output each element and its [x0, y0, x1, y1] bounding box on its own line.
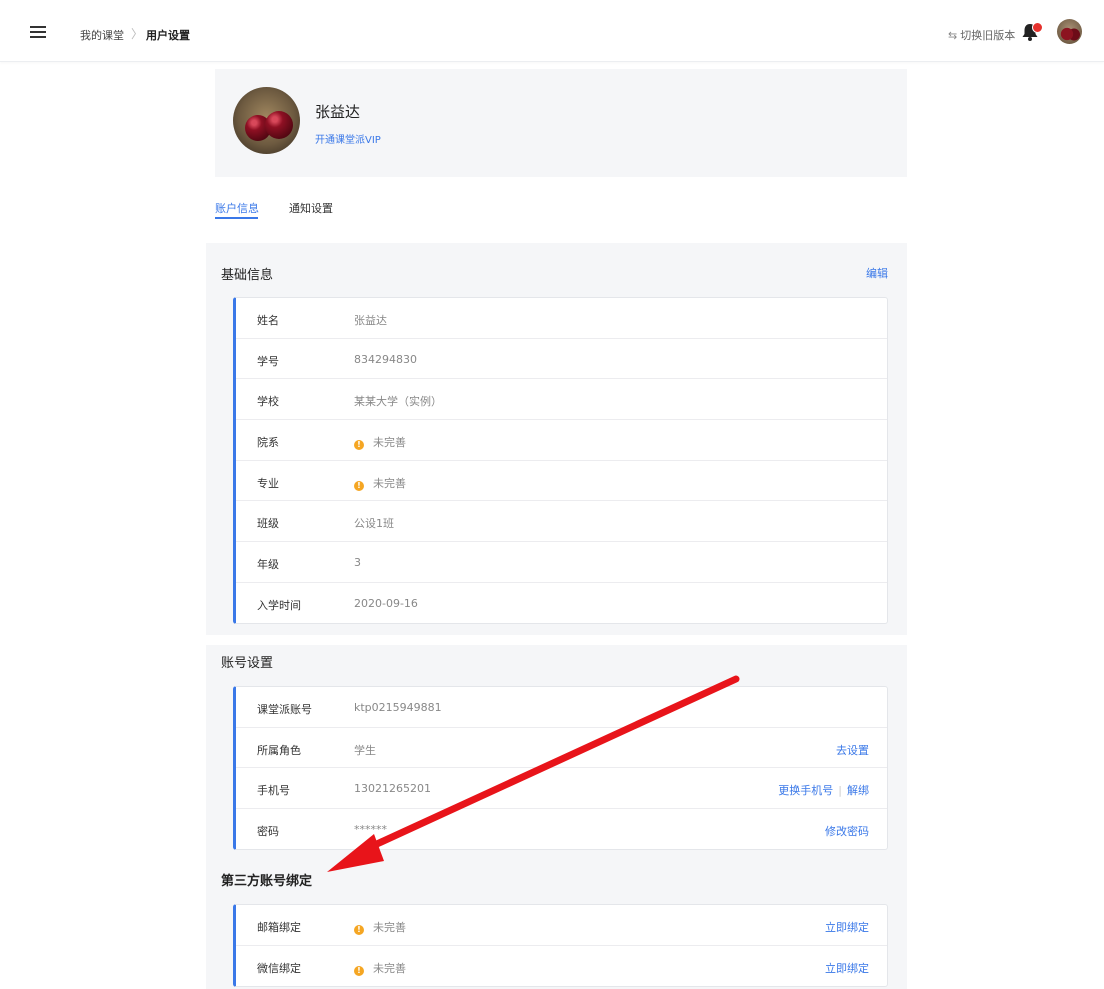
top-bar: 我的课堂 〉 用户设置 ⇆ 切换旧版本	[0, 0, 1104, 62]
row-value: 公设1班	[354, 517, 394, 531]
phone-actions: 更换手机号 | 解绑	[778, 782, 869, 798]
info-row-student-id: 学号 834294830	[236, 339, 887, 380]
row-label: 院系	[257, 436, 279, 450]
basic-info-card: 姓名 张益达 学号 834294830 学校 某某大学（实例） 院系 ! 未完善 …	[233, 297, 888, 624]
row-value: 学生	[354, 743, 376, 757]
swap-arrows-icon: ⇆	[948, 29, 958, 42]
profile-name: 张益达	[315, 103, 361, 121]
basic-info-title: 基础信息	[221, 268, 274, 283]
info-row-major: 专业 ! 未完善	[236, 461, 887, 502]
row-label: 班级	[257, 517, 279, 531]
row-value-text: 未完善	[373, 436, 406, 450]
account-row-role: 所属角色 学生 去设置	[236, 728, 887, 769]
info-row-grade: 年级 3	[236, 542, 887, 583]
binding-row-email: 邮箱绑定 ! 未完善 立即绑定	[236, 905, 887, 946]
row-label: 入学时间	[257, 598, 301, 612]
row-value-text: 未完善	[373, 961, 406, 975]
open-vip-link[interactable]: 开通课堂派VIP	[315, 131, 381, 146]
bind-email-button[interactable]: 立即绑定	[825, 919, 869, 935]
row-value: 3	[354, 556, 361, 570]
row-value: 834294830	[354, 352, 417, 366]
row-label: 学校	[257, 395, 279, 409]
active-tab-indicator	[215, 217, 258, 219]
row-label: 姓名	[257, 314, 279, 327]
row-label: 年级	[257, 558, 279, 572]
change-phone-button[interactable]: 更换手机号	[778, 784, 833, 797]
binding-row-wechat: 微信绑定 ! 未完善 立即绑定	[236, 946, 887, 987]
warning-dot-icon: !	[354, 440, 364, 451]
warning-dot-icon: !	[354, 480, 364, 491]
account-row-phone: 手机号 13021265201 更换手机号 | 解绑	[236, 768, 887, 810]
profile-avatar	[233, 87, 300, 154]
account-row-ktp-id: 课堂派账号 ktp0215949881	[236, 687, 887, 728]
hamburger-menu-icon[interactable]	[30, 26, 46, 38]
user-avatar[interactable]	[1057, 19, 1082, 44]
info-row-class: 班级 公设1班	[236, 501, 887, 543]
notification-badge	[1032, 22, 1043, 33]
info-row-school: 学校 某某大学（实例）	[236, 379, 887, 421]
row-label: 学号	[257, 354, 279, 368]
tab-account-info[interactable]: 账户信息	[215, 200, 259, 216]
info-row-enrollment-date: 入学时间 2020-09-16	[236, 583, 887, 624]
row-value-warning: ! 未完善	[354, 475, 406, 491]
row-value: 13021265201	[354, 782, 431, 796]
warning-dot-icon: !	[354, 925, 364, 935]
row-value-warning: ! 未完善	[354, 960, 406, 976]
edit-button[interactable]: 编辑	[866, 265, 888, 281]
info-row-name: 姓名 张益达	[236, 298, 887, 339]
action-divider: |	[838, 784, 842, 798]
info-row-department: 院系 ! 未完善	[236, 420, 887, 461]
account-settings-card: 课堂派账号 ktp0215949881 所属角色 学生 去设置 手机号 1302…	[233, 686, 888, 850]
account-settings-title: 账号设置	[221, 656, 274, 671]
row-value-warning: ! 未完善	[354, 919, 406, 935]
unbind-phone-button[interactable]: 解绑	[847, 784, 869, 797]
row-label: 密码	[257, 825, 279, 839]
switch-old-version-link[interactable]: ⇆ 切换旧版本	[948, 27, 1015, 43]
row-value-text: 未完善	[373, 921, 406, 934]
row-label: 微信绑定	[257, 961, 301, 975]
row-value: 某某大学（实例）	[354, 395, 442, 409]
profile-card: 张益达 开通课堂派VIP	[215, 69, 907, 177]
change-password-button[interactable]: 修改密码	[825, 823, 869, 839]
row-value-text: 未完善	[373, 476, 406, 490]
row-value: ktp0215949881	[354, 701, 442, 714]
row-label: 邮箱绑定	[257, 921, 301, 934]
warning-dot-icon: !	[354, 965, 364, 976]
third-party-binding-title: 第三方账号绑定	[221, 874, 313, 889]
third-party-card: 邮箱绑定 ! 未完善 立即绑定 微信绑定 ! 未完善 立即绑定	[233, 904, 888, 987]
switch-old-version-label: 切换旧版本	[960, 29, 1016, 42]
row-label: 课堂派账号	[257, 703, 312, 716]
account-row-password: 密码 ****** 修改密码	[236, 809, 887, 850]
row-value: 2020-09-16	[354, 596, 418, 610]
row-label: 手机号	[257, 784, 290, 798]
breadcrumb-user-settings: 用户设置	[146, 29, 190, 42]
bind-wechat-button[interactable]: 立即绑定	[825, 960, 869, 976]
tab-notification-settings[interactable]: 通知设置	[289, 200, 333, 216]
go-settings-button[interactable]: 去设置	[836, 742, 869, 758]
row-label: 专业	[257, 476, 279, 490]
row-value-warning: ! 未完善	[354, 434, 406, 451]
row-value: 张益达	[354, 314, 387, 327]
breadcrumb-my-classroom[interactable]: 我的课堂	[80, 27, 124, 43]
row-label: 所属角色	[257, 743, 301, 757]
breadcrumb-separator: 〉	[131, 27, 144, 41]
row-value: ******	[354, 823, 387, 837]
